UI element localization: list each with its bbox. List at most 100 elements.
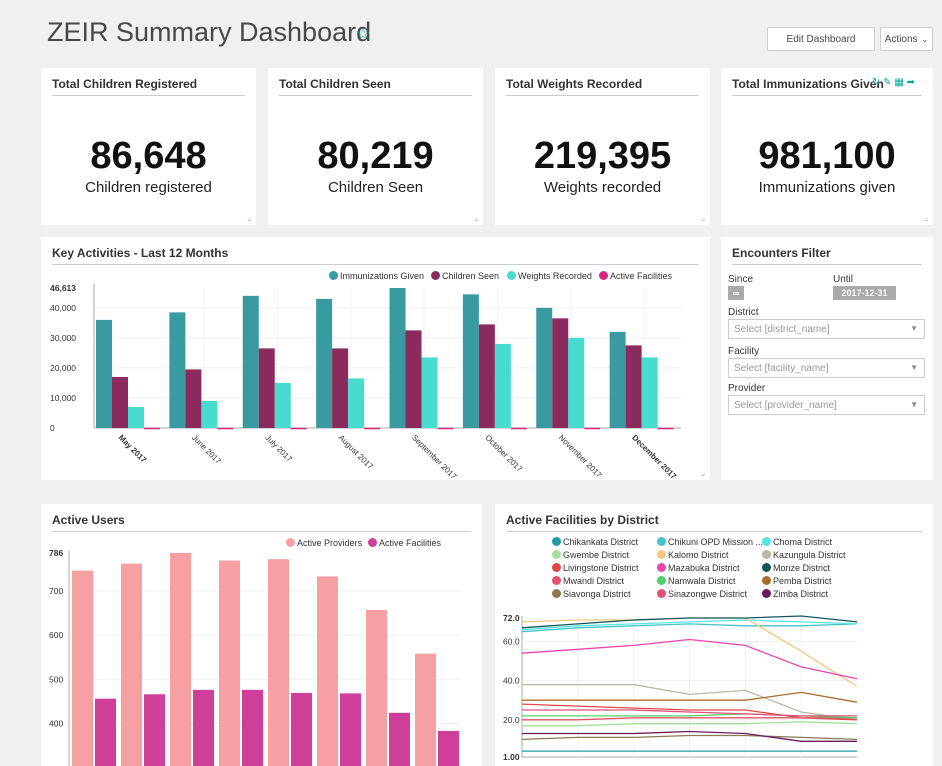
caret-down-icon: ▼ [910,324,918,333]
bar-children-seen [405,330,422,428]
x-tick-label: November 2017 [557,433,604,480]
y-tick-label: 1.00 [503,752,520,762]
bar-weights-recorded [568,337,585,428]
until-date-button[interactable]: 2017-12-31 [833,286,896,300]
share-icon[interactable]: ➦ [907,77,915,88]
kpi-value: 981,100 [758,135,896,177]
y-tick-label: 786 [49,548,63,558]
bar-weights-recorded [494,343,511,428]
encounters-filter-card: Encounters Filter Since ∞ Until 2017-12-… [721,237,933,480]
bar-active-facilities [437,427,454,430]
refresh-icon[interactable]: ↻ [872,77,880,88]
bar-immunizations-given [169,312,186,428]
y-tick-label: 40.0 [503,676,520,686]
district-placeholder: Select [district_name] [734,324,830,335]
bar-children-seen [478,324,495,428]
y-tick-label: 600 [49,630,63,640]
favorite-star-icon[interactable]: ☆ [356,24,370,44]
active-users-card: Active Users Active Providers Active Fac… [41,504,482,766]
y-tick-label: 700 [49,586,63,596]
x-tick-label: August 2017 [337,433,376,472]
bar-active-providers [72,570,93,766]
facility-placeholder: Select [facility_name] [734,363,829,374]
key-activities-chart: 0 10,000 20,000 30,000 40,000 46,613 May 2017 J… [50,283,681,480]
facilities-by-district-chart: 1.00 20.0 40.0 60.0 72.0 [503,613,858,762]
facility-select[interactable]: Select [facility_name] ▼ [728,358,925,378]
kpi-card-immunizations: Total Immunizations Given ↻ ✎ ▦ ➦ 981,10… [721,68,933,225]
kpi-title: Total Children Seen [279,77,391,91]
resize-handle-icon[interactable]: ⌟ [701,468,705,477]
kpi-title: Total Weights Recorded [506,77,643,91]
bar-weights-recorded [274,382,291,428]
active-users-chart: 400 500 600 700 786 [49,548,461,766]
y-tick-label: 30,000 [50,333,76,343]
y-tick-label: 60.0 [503,636,520,646]
bar-children-seen [258,348,275,428]
y-tick-label: 0 [50,423,55,433]
x-tick-label: October 2017 [483,433,524,474]
x-tick-label: December 2017 [630,433,678,480]
y-tick-label: 20,000 [50,363,76,373]
resize-handle-icon[interactable]: ⌟ [474,213,478,222]
bar-active-providers [219,560,240,766]
kpi-card-weights-recorded: Total Weights Recorded 219,395 Weights r… [495,68,710,225]
kpi-value: 219,395 [533,135,672,177]
bar-active-providers [415,653,436,766]
kpi-subtitle: Children Seen [327,179,424,196]
divider [732,264,922,265]
bar-children-seen [625,345,642,428]
bar-active-facilities [144,427,160,430]
provider-select[interactable]: Select [provider_name] ▼ [728,395,925,415]
bar-children-seen [332,348,349,428]
bar-immunizations-given [242,295,259,428]
bar-active-facilities [657,427,674,430]
until-label: Until [833,274,854,285]
bar-active-facilities [290,427,307,430]
bar-children-seen [185,369,202,428]
district-select[interactable]: Select [district_name] ▼ [728,319,925,339]
bar-immunizations-given [462,294,479,428]
bar-active-facilities [291,692,312,766]
edit-icon[interactable]: ✎ [883,77,891,88]
y-tick-label: 400 [49,718,63,728]
bar-active-providers [317,576,338,766]
x-tick-label: May 2017 [117,433,149,465]
bar-weights-recorded [641,357,658,428]
bar-active-facilities [193,689,214,766]
x-tick-label: July 2017 [263,433,294,464]
bar-active-providers [268,559,289,766]
bar-immunizations-given [316,298,333,428]
bar-weights-recorded [348,378,365,428]
bar-active-providers [121,563,142,766]
bar-weights-recorded [421,357,438,428]
bar-weights-recorded [201,400,218,428]
resize-handle-icon[interactable]: ⌟ [924,213,928,222]
actions-label: Actions [884,33,918,45]
bar-active-providers [170,553,191,766]
kpi-value: 80,219 [317,135,434,177]
kpi-card-children-registered: Total Children Registered 86,648 Childre… [41,68,256,225]
facility-label: Facility [728,346,760,357]
dashboard-header: ZEIR Summary Dashboard ☆ Edit Dashboard … [35,3,941,56]
y-tick-label: 46,613 [50,283,76,293]
since-date-button[interactable]: ∞ [728,286,744,300]
bar-active-facilities [438,730,459,766]
since-label: Since [728,274,754,285]
district-label: District [728,307,759,318]
bar-active-facilities [340,693,361,766]
bar-active-facilities [389,712,410,766]
resize-handle-icon[interactable]: ⌟ [247,213,251,222]
actions-button[interactable]: Actions ⌄ [880,27,933,51]
provider-placeholder: Select [provider_name] [734,400,837,411]
table-icon[interactable]: ▦ [894,77,903,88]
y-tick-label: 72.0 [503,613,520,623]
edit-dashboard-button[interactable]: Edit Dashboard [767,27,875,51]
resize-handle-icon[interactable]: ⌟ [701,213,705,222]
divider [732,95,922,96]
kpi-title: Total Immunizations Given [732,77,884,91]
caret-down-icon: ▼ [910,363,918,372]
bar-immunizations-given [609,331,626,428]
bar-weights-recorded [128,406,144,428]
divider [279,95,472,96]
facilities-by-district-card: Active Facilities by District Chikankata… [495,504,933,766]
